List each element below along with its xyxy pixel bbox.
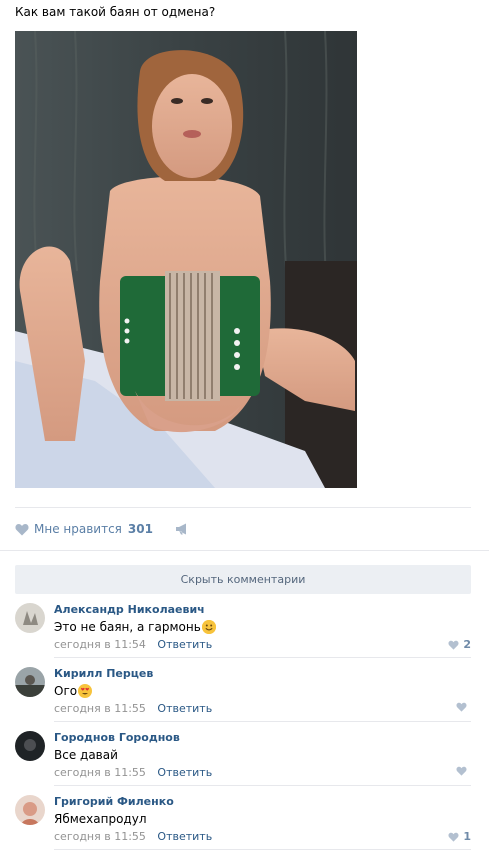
comment-like-button[interactable]: 1 <box>448 830 471 843</box>
comment-time[interactable]: сегодня в 11:54 <box>54 638 146 651</box>
like-button[interactable]: Мне нравится <box>34 522 122 536</box>
comment-meta: сегодня в 11:55 Ответить <box>54 702 212 715</box>
comment-time[interactable]: сегодня в 11:55 <box>54 702 146 715</box>
heart-icon[interactable] <box>15 523 29 536</box>
comment-text-content: Это не баян, а гармонь <box>54 620 201 634</box>
avatar[interactable] <box>15 667 45 697</box>
comment-text: Все давай <box>54 748 118 762</box>
comment-text: Это не баян, а гармонь <box>54 620 216 634</box>
comment-meta: сегодня в 11:54 Ответить <box>54 638 212 651</box>
comment-meta: сегодня в 11:55 Ответить <box>54 766 212 779</box>
like-count[interactable]: 301 <box>128 522 153 536</box>
avatar[interactable] <box>15 603 45 633</box>
divider <box>54 657 471 658</box>
heart-icon <box>448 832 459 842</box>
comment-text-content: Все давай <box>54 748 118 762</box>
divider <box>54 849 471 850</box>
smile-emoji-icon <box>201 620 216 634</box>
reply-button[interactable]: Ответить <box>157 766 212 779</box>
heart-icon <box>456 766 467 776</box>
comment-author[interactable]: Городнов Городнов <box>54 731 180 744</box>
avatar[interactable] <box>15 795 45 825</box>
divider <box>54 785 471 786</box>
comment-text-content: Ого <box>54 684 78 698</box>
avatar[interactable] <box>15 731 45 761</box>
comment-like-button[interactable] <box>456 702 471 712</box>
comment-text: Ого <box>54 684 93 698</box>
comment-like-count: 2 <box>463 638 471 651</box>
divider <box>54 721 471 722</box>
heart-icon <box>456 702 467 712</box>
comment-text-content: Ябмехапродул <box>54 812 147 826</box>
post-text: Как вам такой баян от одмена? <box>15 5 216 19</box>
heart-icon <box>448 640 459 650</box>
comment-author[interactable]: Кирилл Перцев <box>54 667 153 680</box>
comment-author[interactable]: Александр Николаевич <box>54 603 205 616</box>
reply-button[interactable]: Ответить <box>157 830 212 843</box>
comment-text: Ябмехапродул <box>54 812 147 826</box>
comment-time[interactable]: сегодня в 11:55 <box>54 766 146 779</box>
divider <box>15 507 471 508</box>
post-actions: Мне нравится 301 <box>15 520 189 538</box>
comment-like-count: 1 <box>463 830 471 843</box>
reply-button[interactable]: Ответить <box>157 702 212 715</box>
hide-comments-button[interactable]: Скрыть комментарии <box>15 565 471 594</box>
heart-eyes-emoji-icon <box>78 684 93 698</box>
megaphone-icon[interactable] <box>175 523 189 535</box>
comment-author[interactable]: Григорий Филенко <box>54 795 174 808</box>
post-photo[interactable] <box>15 31 357 488</box>
comment-like-button[interactable]: 2 <box>448 638 471 651</box>
divider <box>0 550 489 551</box>
comment-meta: сегодня в 11:55 Ответить <box>54 830 212 843</box>
comment-like-button[interactable] <box>456 766 471 776</box>
comment-time[interactable]: сегодня в 11:55 <box>54 830 146 843</box>
reply-button[interactable]: Ответить <box>157 638 212 651</box>
